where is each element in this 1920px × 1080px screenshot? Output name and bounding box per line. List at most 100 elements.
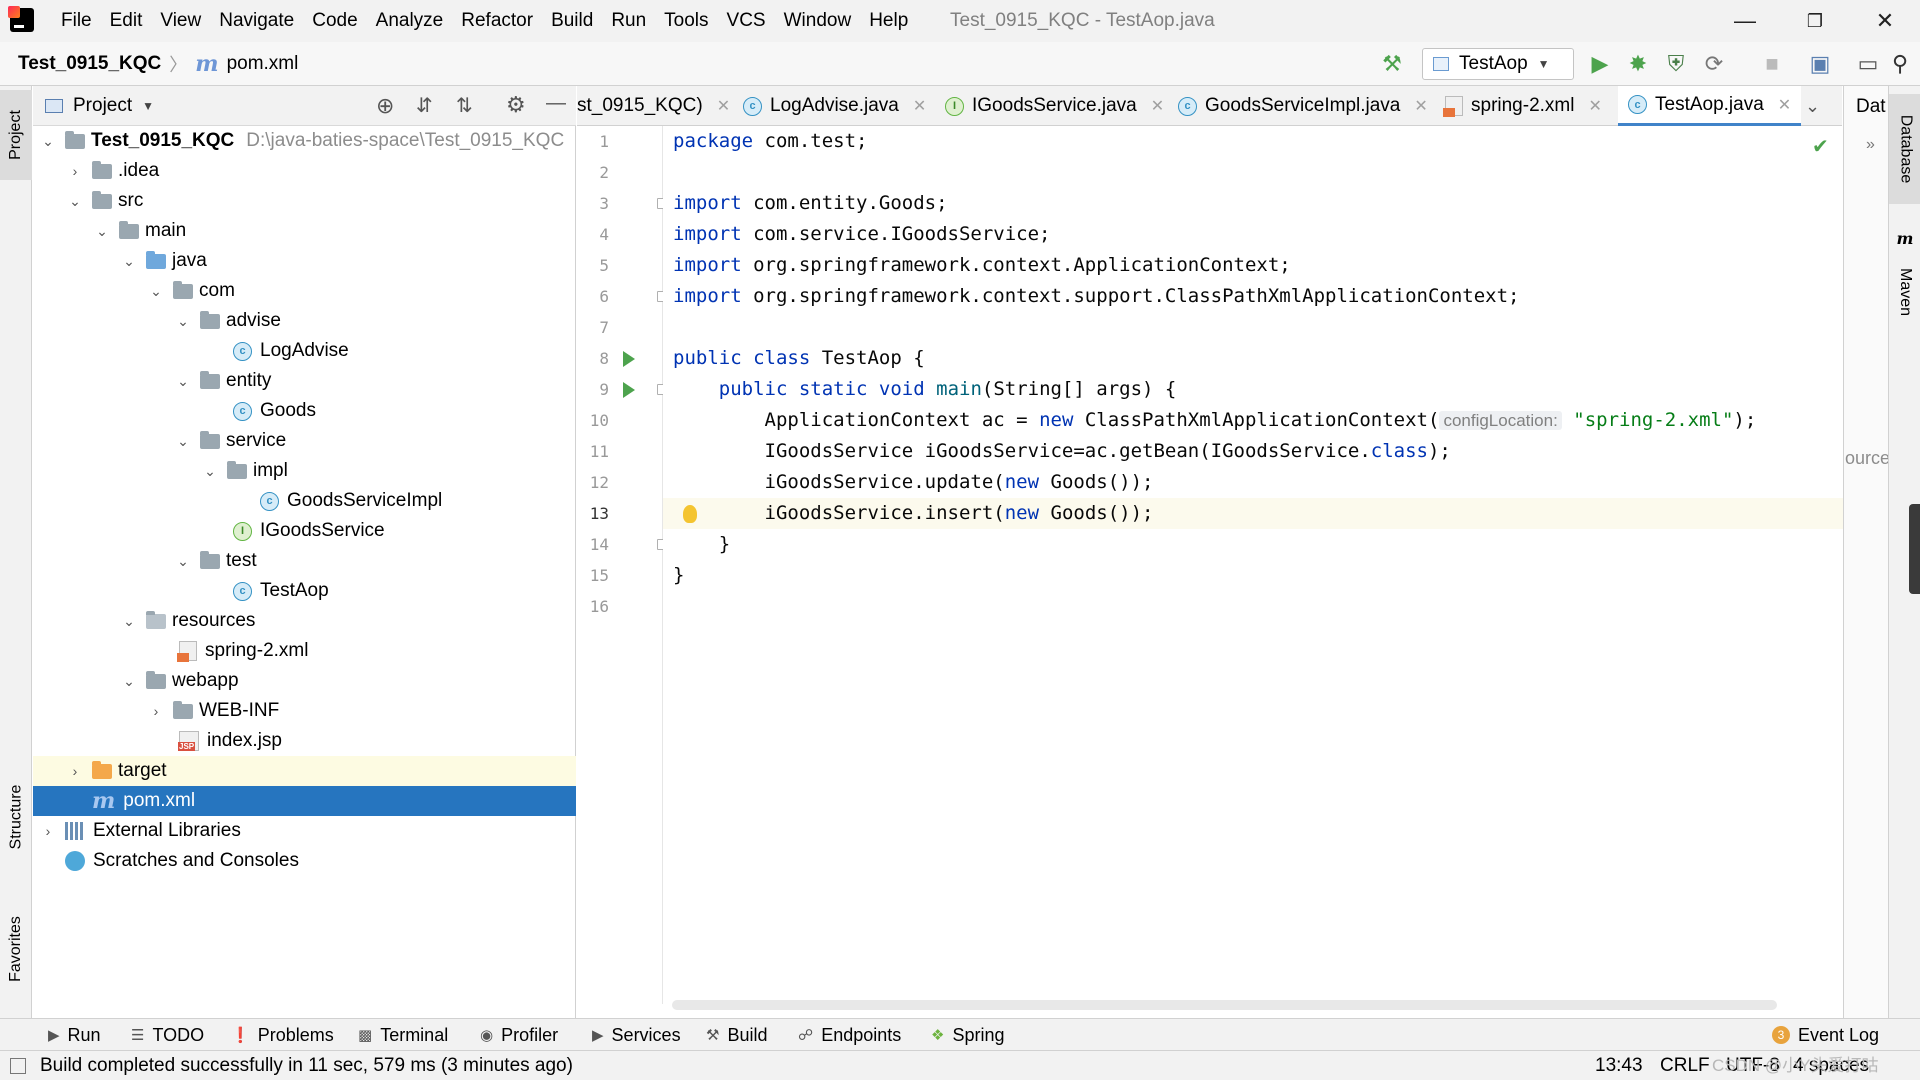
status-panel-toggle-icon[interactable] bbox=[10, 1058, 26, 1074]
menu-navigate[interactable]: Navigate bbox=[210, 10, 303, 32]
close-icon[interactable]: ✕ bbox=[1414, 96, 1427, 116]
tree-node-project-root[interactable]: ⌄ Test_0915_KQC D:\java-baties-space\Tes… bbox=[33, 126, 576, 156]
coverage-icon[interactable]: ⛨ bbox=[1662, 50, 1690, 78]
problems-tool-button[interactable]: ❗ Problems bbox=[231, 1019, 334, 1051]
run-class-icon[interactable] bbox=[623, 351, 635, 367]
close-icon[interactable]: ✕ bbox=[717, 96, 730, 116]
tree-node-service[interactable]: ⌄ service bbox=[33, 426, 576, 456]
menu-help[interactable]: Help bbox=[860, 10, 917, 32]
tab-testaop[interactable]: c TestAop.java ✕ bbox=[1618, 86, 1802, 126]
tree-node-impl[interactable]: ⌄ impl bbox=[33, 456, 576, 486]
caret-position[interactable]: 13:43 bbox=[1595, 1051, 1643, 1080]
horizontal-scrollbar[interactable] bbox=[672, 1000, 1777, 1010]
debug-icon[interactable]: ✸ bbox=[1624, 50, 1652, 78]
tree-node-igoodsservice[interactable]: I IGoodsService bbox=[33, 516, 576, 546]
menu-run[interactable]: Run bbox=[602, 10, 655, 32]
tab-project-overflow[interactable]: st_0915_KQC) ✕ bbox=[577, 86, 730, 126]
lightbulb-intention-icon[interactable] bbox=[683, 505, 697, 523]
tree-node-external-libraries[interactable]: › External Libraries bbox=[33, 816, 576, 846]
run-tool-button[interactable]: ▶ Run bbox=[48, 1019, 101, 1051]
menu-vcs[interactable]: VCS bbox=[718, 10, 775, 32]
spring-tool-button[interactable]: ❖ Spring bbox=[931, 1019, 1004, 1051]
chevron-down-icon[interactable]: ⌄ bbox=[39, 133, 57, 150]
chevron-down-icon[interactable]: ⌄ bbox=[174, 433, 192, 450]
chevron-down-icon[interactable]: ⌄ bbox=[174, 373, 192, 390]
menu-build[interactable]: Build bbox=[542, 10, 602, 32]
stop-icon[interactable]: ■ bbox=[1758, 50, 1786, 78]
code-editor[interactable]: package com.test; import com.entity.Good… bbox=[663, 126, 1843, 1004]
close-icon[interactable]: ✕ bbox=[1151, 96, 1164, 116]
tree-node-webapp[interactable]: ⌄ webapp bbox=[33, 666, 576, 696]
todo-tool-button[interactable]: ☰ TODO bbox=[131, 1019, 204, 1051]
status-message[interactable]: Build completed successfully in 11 sec, … bbox=[40, 1051, 573, 1080]
tree-node-main[interactable]: ⌄ main bbox=[33, 216, 576, 246]
close-window-button[interactable]: ✕ bbox=[1850, 0, 1920, 42]
close-icon[interactable]: ✕ bbox=[1588, 96, 1601, 116]
structure-tool-tab[interactable]: Structure bbox=[0, 762, 32, 872]
build-tool-button[interactable]: ⚒ Build bbox=[706, 1019, 767, 1051]
tree-node-com[interactable]: ⌄ com bbox=[33, 276, 576, 306]
minimize-button[interactable]: — bbox=[1710, 0, 1780, 42]
chevron-down-icon[interactable]: ⌄ bbox=[147, 283, 165, 300]
database-panel-title[interactable]: Dat bbox=[1856, 96, 1886, 118]
chevron-right-icon[interactable]: › bbox=[66, 763, 84, 779]
close-icon[interactable]: ✕ bbox=[913, 96, 926, 116]
menu-code[interactable]: Code bbox=[303, 10, 366, 32]
menu-window[interactable]: Window bbox=[775, 10, 861, 32]
menu-edit[interactable]: Edit bbox=[101, 10, 152, 32]
menu-file[interactable]: File bbox=[52, 10, 101, 32]
run-main-icon[interactable] bbox=[623, 382, 635, 398]
locate-file-icon[interactable]: ⊕ bbox=[376, 93, 394, 119]
tree-node-spring-xml[interactable]: spring-2.xml bbox=[33, 636, 576, 666]
tree-node-goods[interactable]: c Goods bbox=[33, 396, 576, 426]
chevron-right-icon[interactable]: › bbox=[66, 163, 84, 179]
close-icon[interactable]: ✕ bbox=[1778, 95, 1791, 115]
services-tool-button[interactable]: ▶ Services bbox=[592, 1019, 681, 1051]
tree-node-target[interactable]: › target bbox=[33, 756, 576, 786]
chevron-down-icon[interactable]: ▼ bbox=[142, 99, 154, 113]
double-chevron-right-icon[interactable]: » bbox=[1866, 136, 1875, 154]
chevron-right-icon[interactable]: › bbox=[39, 823, 57, 839]
tab-logadvise[interactable]: c LogAdvise.java ✕ bbox=[743, 86, 926, 126]
chevron-down-icon[interactable]: ⌄ bbox=[93, 223, 111, 240]
menu-view[interactable]: View bbox=[151, 10, 210, 32]
tree-node-index-jsp[interactable]: JSP index.jsp bbox=[33, 726, 576, 756]
project-structure-icon[interactable]: ▣ bbox=[1806, 50, 1834, 78]
no-problems-check-icon[interactable]: ✔ bbox=[1812, 134, 1829, 159]
run-icon[interactable]: ▶ bbox=[1586, 50, 1614, 78]
project-view-select[interactable]: Project bbox=[73, 95, 132, 117]
menu-tools[interactable]: Tools bbox=[655, 10, 717, 32]
tree-node-web-inf[interactable]: › WEB-INF bbox=[33, 696, 576, 726]
breadcrumb-project[interactable]: Test_0915_KQC bbox=[18, 53, 161, 75]
maven-tool-tab[interactable]: Maven bbox=[1889, 252, 1920, 332]
chevron-down-icon[interactable]: ⌄ bbox=[66, 193, 84, 210]
project-tool-tab[interactable]: Project bbox=[0, 90, 32, 180]
expand-all-icon[interactable]: ⇵ bbox=[416, 93, 433, 118]
tab-spring-xml[interactable]: spring-2.xml ✕ bbox=[1443, 86, 1602, 126]
breadcrumb-file[interactable]: pom.xml bbox=[227, 53, 299, 75]
build-hammer-icon[interactable]: ⚒ bbox=[1378, 50, 1406, 78]
tree-node-testaop[interactable]: c TestAop bbox=[33, 576, 576, 606]
favorites-tool-tab[interactable]: Favorites bbox=[0, 894, 32, 1004]
window-switch-icon[interactable]: ▭ bbox=[1854, 50, 1882, 78]
tree-node-idea[interactable]: › .idea bbox=[33, 156, 576, 186]
menu-analyze[interactable]: Analyze bbox=[367, 10, 453, 32]
terminal-tool-button[interactable]: ▩ Terminal bbox=[358, 1019, 448, 1051]
chevron-down-icon[interactable]: ⌄ bbox=[174, 553, 192, 570]
chevron-down-icon[interactable]: ⌄ bbox=[120, 673, 138, 690]
chevron-down-icon[interactable]: ⌄ bbox=[174, 313, 192, 330]
tree-node-logadvise[interactable]: c LogAdvise bbox=[33, 336, 576, 366]
tree-node-test[interactable]: ⌄ test bbox=[33, 546, 576, 576]
endpoints-tool-button[interactable]: ☍ Endpoints bbox=[798, 1019, 901, 1051]
tab-goodsserviceimpl[interactable]: c GoodsServiceImpl.java ✕ bbox=[1178, 86, 1428, 126]
search-icon[interactable]: ⚲ bbox=[1886, 50, 1914, 78]
tree-node-entity[interactable]: ⌄ entity bbox=[33, 366, 576, 396]
chevron-down-icon[interactable]: ⌄ bbox=[120, 613, 138, 630]
gear-icon[interactable]: ⚙ bbox=[506, 92, 526, 118]
tab-igoodsservice[interactable]: I IGoodsService.java ✕ bbox=[945, 86, 1164, 126]
menu-refactor[interactable]: Refactor bbox=[452, 10, 542, 32]
tree-node-goodsserviceimpl[interactable]: c GoodsServiceImpl bbox=[33, 486, 576, 516]
tree-node-resources[interactable]: ⌄ resources bbox=[33, 606, 576, 636]
tree-node-advise[interactable]: ⌄ advise bbox=[33, 306, 576, 336]
chevron-right-icon[interactable]: › bbox=[147, 703, 165, 719]
